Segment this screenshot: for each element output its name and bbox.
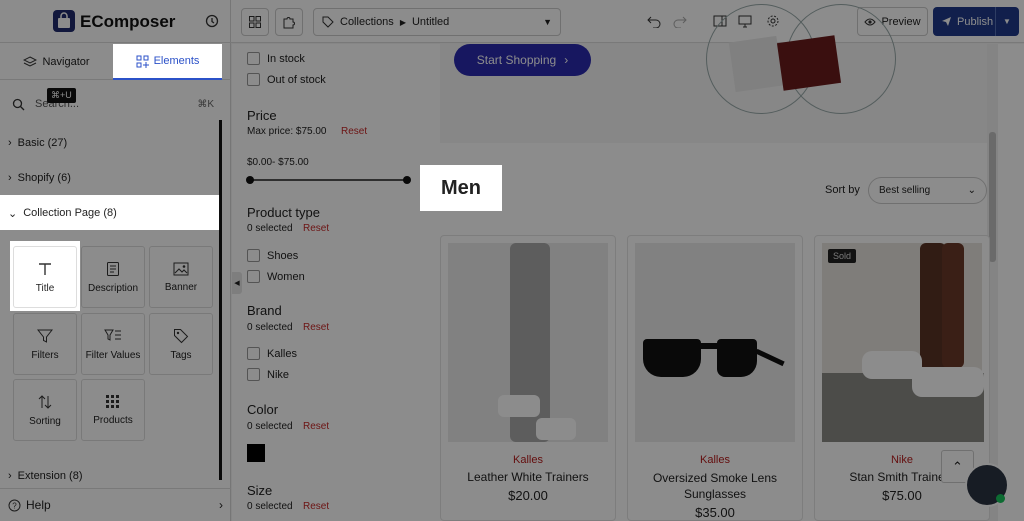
elements-icon xyxy=(136,55,149,68)
overlay xyxy=(222,44,1024,80)
collection-title-highlight: Men xyxy=(420,165,502,211)
text-t-icon xyxy=(39,262,51,275)
section-collection-page[interactable]: ⌄ Collection Page (8) xyxy=(0,196,220,230)
element-title[interactable]: Title xyxy=(13,246,77,308)
element-label: Title xyxy=(35,282,55,294)
tab-elements[interactable]: Elements xyxy=(113,44,222,80)
tab-elements-label: Elements xyxy=(153,55,200,67)
overlay xyxy=(0,0,1024,44)
overlay xyxy=(0,44,113,80)
overlay xyxy=(0,241,10,311)
overlay xyxy=(0,230,1024,241)
section-label: Collection Page (8) xyxy=(23,207,117,219)
chevron-down-icon: ⌄ xyxy=(8,207,18,220)
overlay xyxy=(80,241,1024,311)
overlay xyxy=(0,311,1024,521)
overlay xyxy=(0,80,1024,195)
overlay xyxy=(220,195,1024,230)
